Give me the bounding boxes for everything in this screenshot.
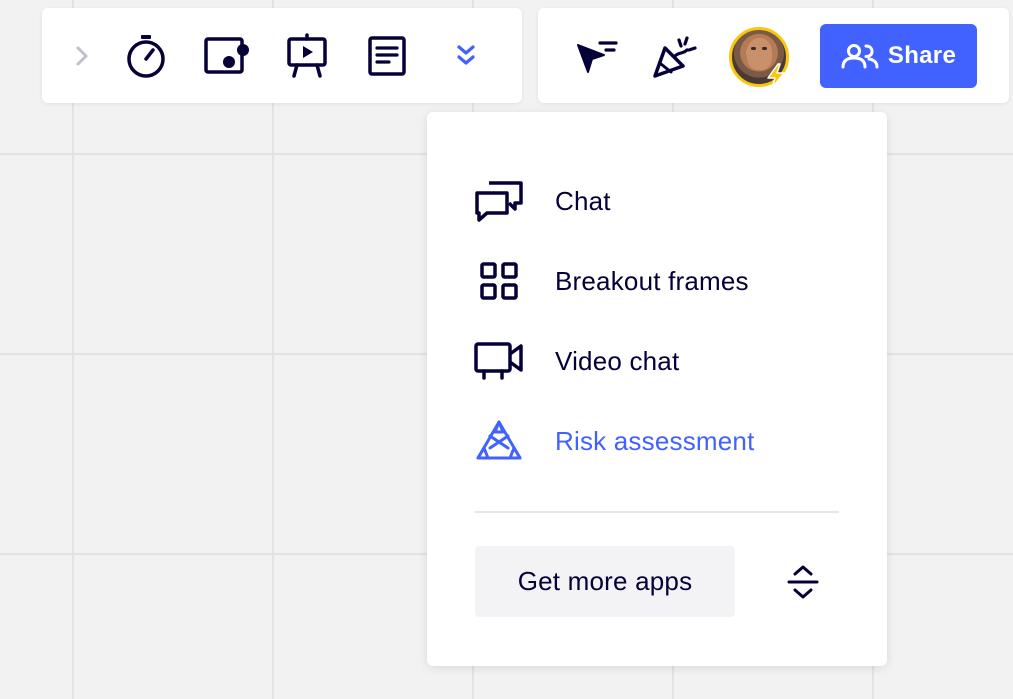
double-chevron-down-icon — [457, 45, 475, 65]
cursor-flag-icon — [577, 41, 618, 73]
video-camera-icon — [473, 335, 525, 387]
menu-item-label: Chat — [555, 185, 611, 216]
menu-item-video-chat[interactable]: Video chat — [473, 333, 853, 389]
notes-icon — [368, 36, 406, 76]
menu-item-label: Risk assessment — [555, 425, 755, 456]
screen-share-icon — [204, 37, 249, 74]
menu-item-risk-assessment[interactable]: Risk assessment — [473, 413, 853, 469]
presentation-button[interactable] — [282, 32, 332, 80]
users-icon — [841, 44, 879, 69]
presentation-icon — [287, 33, 327, 78]
board-actions-toolbar: Share — [538, 8, 1009, 103]
bring-everyone-button[interactable] — [570, 32, 622, 82]
timer-icon — [127, 35, 165, 78]
share-button[interactable]: Share — [820, 24, 977, 88]
chevron-right-icon — [76, 46, 88, 66]
expand-toolbar-button[interactable] — [68, 38, 96, 74]
lightning-bolt-icon — [767, 63, 785, 89]
celebrate-button[interactable] — [648, 32, 700, 84]
screen-share-button[interactable] — [202, 32, 252, 80]
menu-item-label: Video chat — [555, 345, 680, 376]
menu-item-label: Breakout frames — [555, 265, 749, 296]
get-more-apps-button[interactable]: Get more apps — [475, 546, 735, 617]
menu-item-chat[interactable]: Chat — [473, 173, 853, 229]
timer-button[interactable] — [122, 32, 170, 80]
notes-button[interactable] — [362, 32, 412, 80]
expand-collapse-icon — [787, 565, 819, 599]
share-label: Share — [887, 42, 957, 69]
user-avatar[interactable] — [729, 27, 789, 89]
chat-icon — [473, 175, 525, 227]
risk-triangle-icon — [473, 415, 525, 467]
expand-collapse-button[interactable] — [781, 560, 825, 604]
grid-icon — [473, 255, 525, 307]
collaboration-toolbar — [42, 8, 522, 103]
avatar-eye-right — [762, 47, 767, 50]
avatar-eye-left — [751, 47, 756, 50]
apps-menu: Chat Breakout frames Video chat Risk ass… — [427, 112, 887, 666]
menu-divider — [475, 511, 839, 513]
more-apps-button[interactable] — [446, 34, 486, 78]
party-popper-icon — [653, 36, 697, 78]
menu-item-breakout-frames[interactable]: Breakout frames — [473, 253, 853, 309]
